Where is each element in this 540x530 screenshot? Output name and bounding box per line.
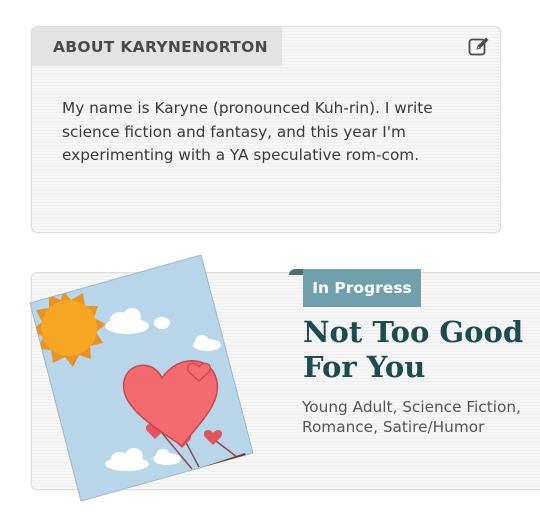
status-tag-fold bbox=[289, 269, 303, 275]
about-bio: My name is Karyne (pronounced Kuh-rin). … bbox=[62, 99, 433, 164]
about-card: ABOUT KARYNENORTON My name is Karyne (pr… bbox=[31, 26, 501, 233]
status-badge: In Progress bbox=[303, 269, 421, 307]
book-genres: Young Adult, Science Fiction, Romance, S… bbox=[302, 398, 521, 436]
about-heading: ABOUT KARYNENORTON bbox=[32, 27, 282, 66]
book-title-link[interactable]: Not Too Good For You bbox=[303, 315, 538, 385]
edit-icon[interactable] bbox=[467, 35, 491, 59]
book-cover-image[interactable] bbox=[27, 254, 254, 502]
